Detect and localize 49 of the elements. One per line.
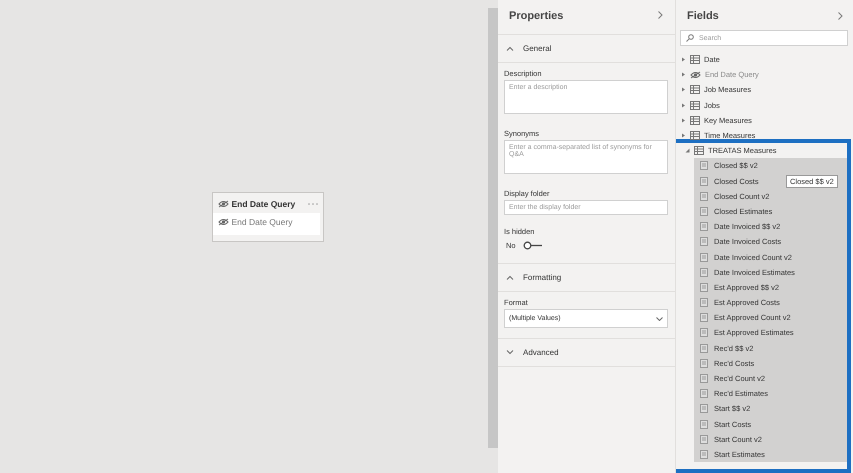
collapsed-icon[interactable] <box>681 102 686 108</box>
measure-icon <box>700 450 708 459</box>
hidden-icon <box>218 218 228 226</box>
measure-icon <box>700 328 708 338</box>
table-card[interactable]: End Date Query End Date Query <box>212 192 324 242</box>
collapsed-icon[interactable] <box>681 118 686 123</box>
collapse-icon[interactable] <box>838 12 843 20</box>
measure-icon <box>700 222 708 232</box>
hidden-icon <box>690 70 701 79</box>
table-icon <box>694 146 704 156</box>
table-icon <box>690 100 700 110</box>
hidden-icon <box>218 200 228 208</box>
measure-icon <box>700 161 708 170</box>
measure-icon <box>700 313 708 322</box>
collapsed-icon[interactable] <box>681 87 686 92</box>
expanded-icon[interactable] <box>685 148 690 154</box>
field-name: End Date Query <box>232 216 292 226</box>
measure-icon <box>700 434 708 444</box>
scrollbar-thumb[interactable] <box>488 8 498 448</box>
chevron-down-icon <box>656 316 663 320</box>
measure-icon <box>700 237 708 246</box>
section-header[interactable]: Formatting <box>498 264 675 292</box>
table-icon <box>690 131 700 140</box>
table-icon <box>690 55 700 64</box>
measure-icon <box>700 358 708 368</box>
collapsed-icon[interactable] <box>681 57 686 62</box>
measure-icon <box>700 298 708 308</box>
collapsed-icon[interactable] <box>681 133 686 138</box>
table-title: End Date Query <box>232 198 296 208</box>
measure-icon <box>700 192 708 201</box>
measure-icon <box>700 420 708 429</box>
measure-icon <box>700 389 708 398</box>
toggle-switch[interactable] <box>522 241 543 250</box>
table-icon <box>690 116 700 125</box>
measure-icon <box>700 176 708 186</box>
measure-icon <box>700 344 708 353</box>
collapsed-icon[interactable] <box>681 72 686 78</box>
table-icon <box>690 85 700 94</box>
measure-icon <box>700 404 708 414</box>
section-header[interactable]: General <box>498 35 675 63</box>
search-icon <box>686 34 694 42</box>
measure-icon <box>700 206 708 216</box>
measure-icon <box>700 252 708 262</box>
measure-icon <box>700 268 708 277</box>
measure-icon <box>700 282 708 292</box>
panel-title: Properties <box>509 10 564 22</box>
section-header[interactable]: Advanced <box>498 339 675 367</box>
panel-title: Fields <box>687 10 719 22</box>
measure-icon <box>700 374 708 384</box>
